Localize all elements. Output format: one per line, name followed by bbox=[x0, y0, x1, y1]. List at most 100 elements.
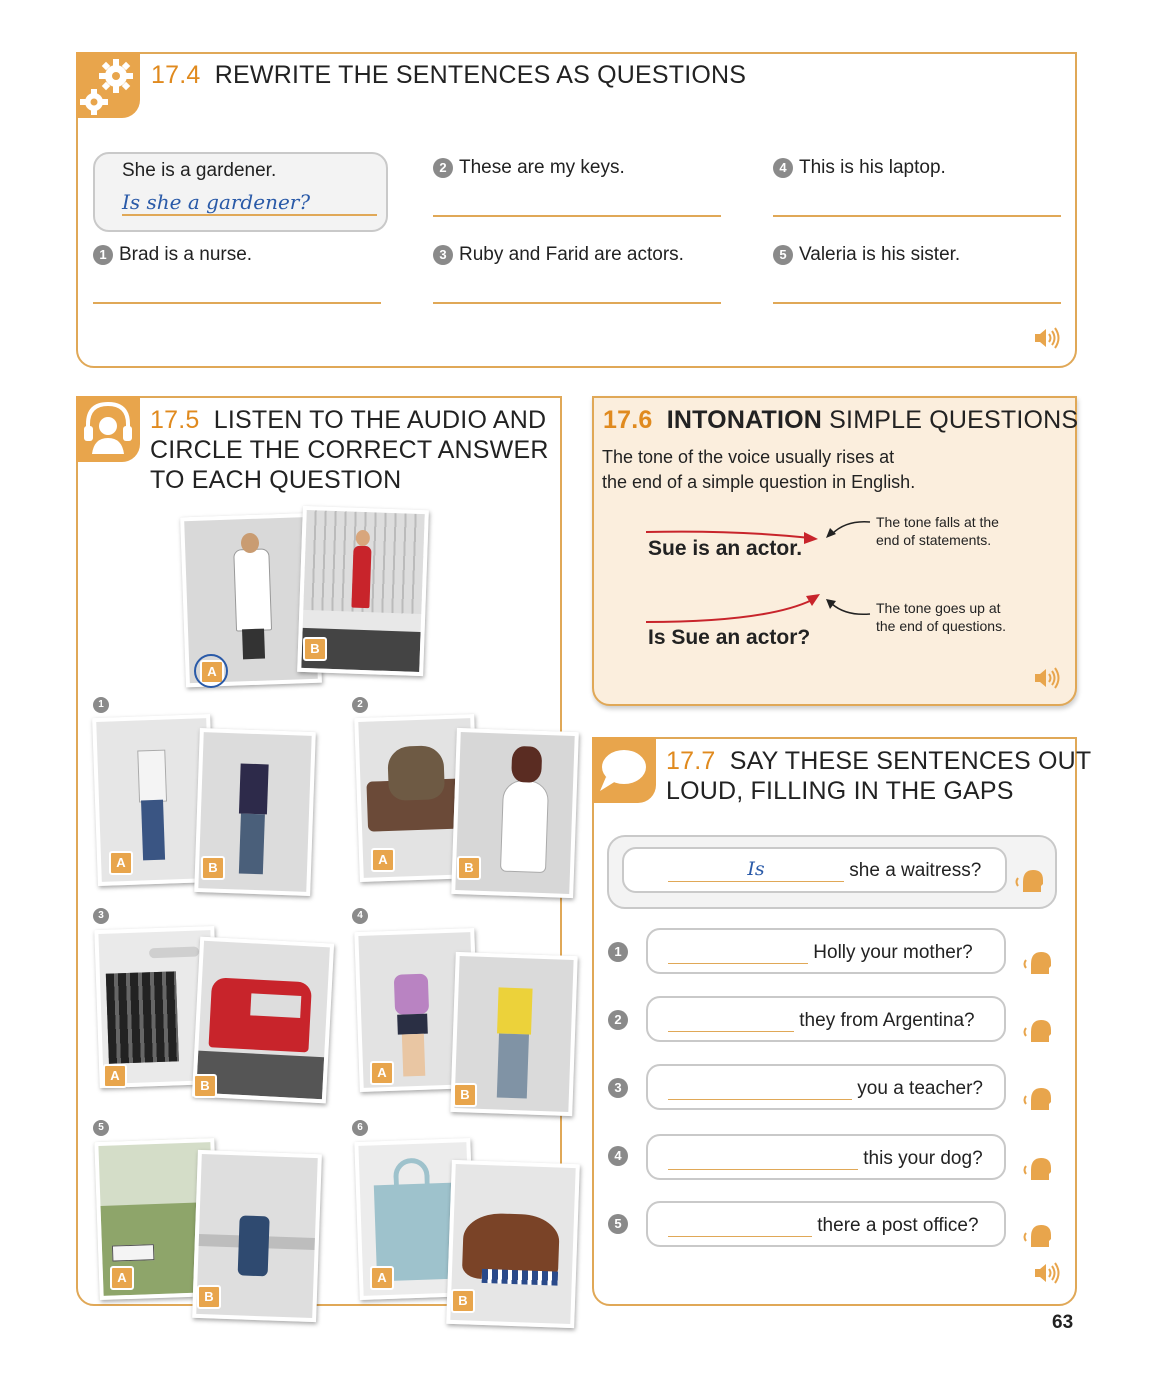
label-b[interactable]: B bbox=[193, 1074, 217, 1098]
answer-blank[interactable] bbox=[668, 1236, 812, 1237]
number-badge: 2 bbox=[433, 157, 453, 178]
label-b[interactable]: B bbox=[453, 1083, 477, 1107]
label-a[interactable]: A bbox=[370, 1061, 394, 1085]
exercise-title: REWRITE THE SENTENCES AS QUESTIONS bbox=[214, 61, 747, 89]
answer-blank[interactable] bbox=[668, 1099, 852, 1100]
question-note: The tone goes up at the end of questions… bbox=[876, 599, 1006, 635]
train-window bbox=[250, 993, 302, 1018]
exercise-17-4-badge bbox=[76, 52, 140, 118]
answer-line-5[interactable] bbox=[773, 302, 1061, 304]
note-line: end of statements. bbox=[876, 532, 992, 548]
sentence-rest: there a post office? bbox=[817, 1215, 979, 1236]
answer-line-2[interactable] bbox=[433, 215, 721, 217]
sentence-rest: you a teacher? bbox=[857, 1078, 983, 1099]
dog-head bbox=[511, 745, 543, 783]
exercise-title-line: TO EACH QUESTION bbox=[150, 466, 402, 494]
number-badge: 5 bbox=[608, 1214, 628, 1234]
statement-note: The tone falls at the end of statements. bbox=[876, 513, 999, 549]
label-b[interactable]: B bbox=[201, 856, 225, 880]
label-b[interactable]: B bbox=[451, 1289, 475, 1313]
speaking-head-icon bbox=[1015, 870, 1043, 892]
speech-bubble-icon bbox=[600, 750, 646, 791]
dog-body bbox=[499, 779, 550, 874]
plane bbox=[148, 946, 200, 959]
number-badge: 1 bbox=[93, 244, 113, 265]
answer-line-1[interactable] bbox=[93, 302, 381, 304]
answer-line-4[interactable] bbox=[773, 215, 1061, 217]
note-line: the end of questions. bbox=[876, 618, 1006, 634]
answer-blank[interactable] bbox=[668, 1169, 858, 1170]
exercise-17-6-heading: 17.6 INTONATION SIMPLE QUESTIONS bbox=[603, 405, 1078, 435]
man-figure bbox=[238, 763, 269, 815]
exercise-17-5-badge bbox=[76, 396, 140, 462]
question-example: Is Sue an actor? bbox=[648, 626, 811, 649]
number-badge: 3 bbox=[433, 244, 453, 265]
pointer-arrow bbox=[826, 599, 871, 616]
label-b[interactable]: B bbox=[303, 637, 327, 661]
sentence-bubble: there a post office? bbox=[646, 1201, 1006, 1247]
item-number-1: 1 bbox=[93, 697, 109, 713]
number-badge: 3 bbox=[608, 1078, 628, 1098]
speaker-icon[interactable] bbox=[1033, 1261, 1061, 1285]
sentence-text: Brad is a nurse. bbox=[119, 244, 253, 265]
number-badge: 4 bbox=[773, 157, 793, 178]
sentence-bubble: this your dog? bbox=[646, 1134, 1006, 1180]
girl-top bbox=[393, 973, 430, 1015]
speaking-head-icon bbox=[1023, 1088, 1051, 1110]
sentence-text: These are my keys. bbox=[459, 157, 625, 178]
pointer-arrow bbox=[826, 521, 871, 538]
note-line: The tone falls at the bbox=[876, 514, 999, 530]
label-a[interactable]: A bbox=[371, 848, 395, 872]
speaking-head-icon bbox=[1023, 952, 1051, 974]
answer-blank: Is bbox=[668, 858, 844, 882]
purse-clasp bbox=[481, 1268, 559, 1286]
cat bbox=[387, 745, 446, 801]
exercise-title-line: CIRCLE THE CORRECT ANSWER bbox=[150, 436, 549, 464]
label-a[interactable]: A bbox=[103, 1064, 127, 1088]
exercise-number: 17.5 bbox=[150, 406, 200, 434]
number-badge: 2 bbox=[608, 1010, 628, 1030]
label-a[interactable]: A bbox=[110, 1266, 134, 1290]
boy-shirt bbox=[497, 987, 533, 1035]
note-line: The tone goes up at bbox=[876, 600, 1001, 616]
speaking-head-icon bbox=[1023, 1020, 1051, 1042]
label-b[interactable]: B bbox=[457, 856, 481, 880]
speaking-head-icon bbox=[1023, 1158, 1051, 1180]
item-number-3: 3 bbox=[93, 908, 109, 924]
exercise-title: SIMPLE QUESTIONS bbox=[829, 406, 1079, 434]
airport-building bbox=[105, 971, 179, 1064]
answer-line-3[interactable] bbox=[433, 302, 721, 304]
exercise-title-bold: INTONATION bbox=[666, 406, 823, 434]
sentence-rest: she a waitress? bbox=[849, 860, 982, 881]
man-figure bbox=[137, 749, 168, 803]
speaker-icon[interactable] bbox=[1033, 326, 1061, 350]
exercise-number: 17.4 bbox=[151, 61, 201, 89]
exercise-17-4-heading: 17.4 REWRITE THE SENTENCES AS QUESTIONS bbox=[151, 60, 746, 90]
actress-figure bbox=[351, 545, 372, 609]
answer-blank[interactable] bbox=[668, 1031, 794, 1032]
explanation-line: The tone of the voice usually rises at bbox=[602, 447, 895, 467]
sentence-1: 1 Brad is a nurse. bbox=[93, 244, 252, 266]
explanation-line: the end of a simple question in English. bbox=[602, 472, 916, 492]
example-answer-line bbox=[122, 214, 377, 216]
label-b[interactable]: B bbox=[197, 1285, 221, 1309]
man-legs bbox=[238, 813, 265, 875]
answer-blank[interactable] bbox=[668, 963, 808, 964]
office-chair bbox=[237, 1215, 270, 1277]
label-a[interactable]: A bbox=[109, 851, 133, 875]
speaker-icon[interactable] bbox=[1033, 666, 1061, 690]
exercise-17-5-heading: 17.5 LISTEN TO THE AUDIO AND CIRCLE THE … bbox=[150, 405, 549, 495]
boy-legs bbox=[496, 1033, 529, 1099]
example-prompt: She is a gardener. bbox=[122, 160, 277, 181]
speaking-head-icon bbox=[1023, 1225, 1051, 1247]
number-badge: 4 bbox=[608, 1146, 628, 1166]
sentence-text: Valeria is his sister. bbox=[799, 244, 961, 265]
statement-example: Sue is an actor. bbox=[648, 537, 803, 560]
tote-handle bbox=[392, 1157, 430, 1191]
label-a[interactable]: A bbox=[370, 1266, 394, 1290]
exercise-title-line: LISTEN TO THE AUDIO AND bbox=[213, 406, 547, 434]
exercise-17-7-heading: 17.7 SAY THESE SENTENCES OUT LOUD, FILLI… bbox=[666, 746, 1091, 806]
exercise-title-line: SAY THESE SENTENCES OUT bbox=[729, 747, 1092, 775]
sentence-2: 2 These are my keys. bbox=[433, 157, 625, 179]
item-number-2: 2 bbox=[352, 697, 368, 713]
